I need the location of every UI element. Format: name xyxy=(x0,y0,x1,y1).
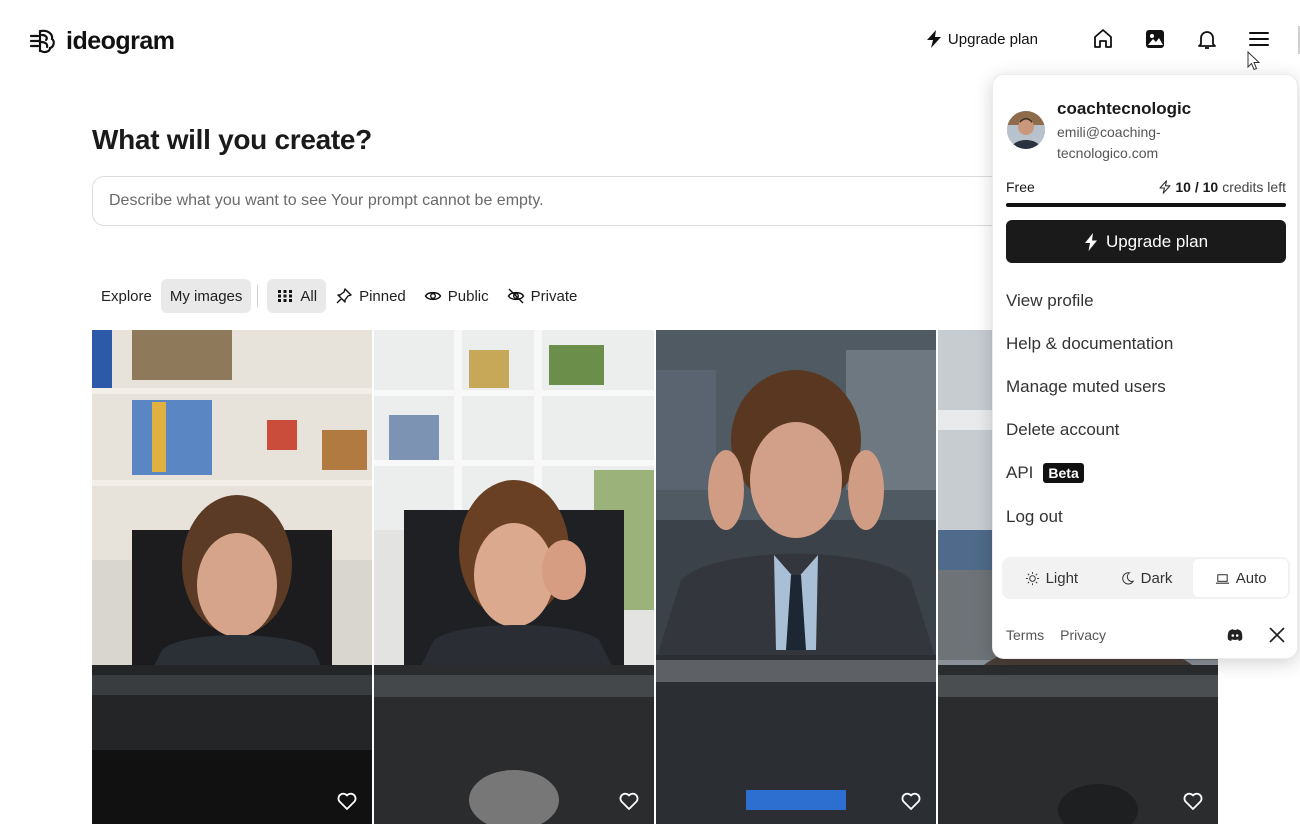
notifications-button[interactable] xyxy=(1194,26,1220,52)
photo-woman-forehead xyxy=(374,330,654,824)
discord-icon xyxy=(1227,629,1243,641)
avatar xyxy=(1007,111,1045,149)
filter-public[interactable]: Public xyxy=(415,279,498,313)
menu-item-muted-users[interactable]: Manage muted users xyxy=(1006,377,1166,397)
upgrade-plan-button-label: Upgrade plan xyxy=(1105,231,1209,251)
menu-item-api-label: API xyxy=(1006,463,1034,482)
filter-pinned[interactable]: Pinned xyxy=(326,279,415,313)
ideogram-logo-icon xyxy=(29,29,55,54)
menu-item-api[interactable]: API Beta xyxy=(1006,463,1084,483)
menu-icon xyxy=(1249,32,1269,46)
theme-dark-option[interactable]: Dark xyxy=(1099,559,1194,597)
theme-light-label: Light xyxy=(1045,569,1079,587)
menu-item-logout[interactable]: Log out xyxy=(1006,507,1063,527)
heart-icon xyxy=(619,792,639,810)
sun-icon xyxy=(1025,571,1039,585)
credits-progress-fill xyxy=(1006,203,1286,207)
like-button[interactable] xyxy=(900,790,922,812)
my-gallery-button[interactable] xyxy=(1142,26,1168,52)
credits-value: 10 / 10 xyxy=(1175,179,1219,195)
lightning-outline-icon xyxy=(1159,180,1171,194)
gallery-image[interactable] xyxy=(92,330,372,824)
gallery-image[interactable] xyxy=(656,330,936,824)
avatar-photo xyxy=(1007,111,1045,149)
tab-explore-label: Explore xyxy=(101,287,152,305)
like-button[interactable] xyxy=(618,790,640,812)
upgrade-plan-link[interactable]: Upgrade plan xyxy=(926,30,1038,48)
gallery-icon xyxy=(1146,30,1164,48)
menu-footer: Terms Privacy xyxy=(1006,626,1286,644)
home-icon xyxy=(1094,29,1112,48)
menu-button[interactable] xyxy=(1246,26,1272,52)
theme-dark-label: Dark xyxy=(1140,569,1173,587)
account-menu: coachtecnologic emili@coaching-tecnologi… xyxy=(992,74,1298,659)
menu-item-delete-account[interactable]: Delete account xyxy=(1006,420,1119,440)
theme-light-option[interactable]: Light xyxy=(1004,559,1099,597)
x-link[interactable] xyxy=(1268,626,1286,644)
credits-counter: 10 / 10 credits left xyxy=(1159,179,1286,195)
bell-icon xyxy=(1198,31,1216,49)
pin-icon xyxy=(336,288,352,304)
lightning-icon xyxy=(926,30,941,48)
discord-link[interactable] xyxy=(1226,626,1244,644)
filter-all[interactable]: All xyxy=(267,279,327,313)
x-icon xyxy=(1269,627,1285,643)
upgrade-plan-button[interactable]: Upgrade plan xyxy=(1006,220,1286,263)
heart-icon xyxy=(901,792,921,810)
laptop-icon xyxy=(1215,573,1229,584)
moon-icon xyxy=(1121,571,1134,585)
menu-item-view-profile[interactable]: View profile xyxy=(1006,291,1094,311)
credits-suffix: credits left xyxy=(1222,179,1286,195)
prompt-input[interactable]: Describe what you want to see Your promp… xyxy=(92,176,1092,226)
tab-my-images-label: My images xyxy=(169,287,243,305)
theme-auto-label: Auto xyxy=(1235,569,1267,587)
filter-all-label: All xyxy=(300,287,318,305)
privacy-link[interactable]: Privacy xyxy=(1060,627,1106,643)
logo-text: ideogram xyxy=(66,26,175,55)
heart-icon xyxy=(337,792,357,810)
menu-item-help[interactable]: Help & documentation xyxy=(1006,334,1173,354)
logo[interactable]: ideogram xyxy=(28,26,175,56)
tab-explore[interactable]: Explore xyxy=(92,279,161,313)
theme-auto-option[interactable]: Auto xyxy=(1193,559,1289,597)
grid-icon xyxy=(278,290,293,302)
credits-progress-bar xyxy=(1006,203,1286,207)
lightning-icon xyxy=(1084,232,1097,251)
heart-icon xyxy=(1183,792,1203,810)
beta-badge: Beta xyxy=(1043,463,1084,483)
eye-icon xyxy=(424,291,442,301)
filter-bar: Explore My images All Pinned Public Priv… xyxy=(92,278,586,314)
eye-off-icon xyxy=(507,288,524,304)
mouse-cursor-icon xyxy=(1247,51,1261,71)
upgrade-plan-label: Upgrade plan xyxy=(947,30,1038,48)
plan-name: Free xyxy=(1006,179,1035,195)
page-title: What will you create? xyxy=(92,124,372,155)
tab-my-images[interactable]: My images xyxy=(160,279,252,313)
home-button[interactable] xyxy=(1090,26,1116,52)
photo-woman-frowning xyxy=(92,330,372,824)
filter-pinned-label: Pinned xyxy=(359,287,406,305)
header-actions: Upgrade plan xyxy=(926,26,1272,52)
username: coachtecnologic xyxy=(1057,99,1192,118)
filter-private[interactable]: Private xyxy=(498,279,587,313)
like-button[interactable] xyxy=(336,790,358,812)
photo-woman-temples xyxy=(656,330,936,824)
plan-row: Free 10 / 10 credits left xyxy=(1006,179,1286,195)
gallery-image[interactable] xyxy=(374,330,654,824)
filter-public-label: Public xyxy=(447,287,489,305)
filter-divider xyxy=(257,285,259,307)
user-email: emili@coaching-tecnologico.com xyxy=(1057,124,1161,161)
terms-link[interactable]: Terms xyxy=(1006,627,1044,643)
theme-switcher: Light Dark Auto xyxy=(1002,557,1290,599)
filter-private-label: Private xyxy=(530,287,578,305)
like-button[interactable] xyxy=(1182,790,1204,812)
